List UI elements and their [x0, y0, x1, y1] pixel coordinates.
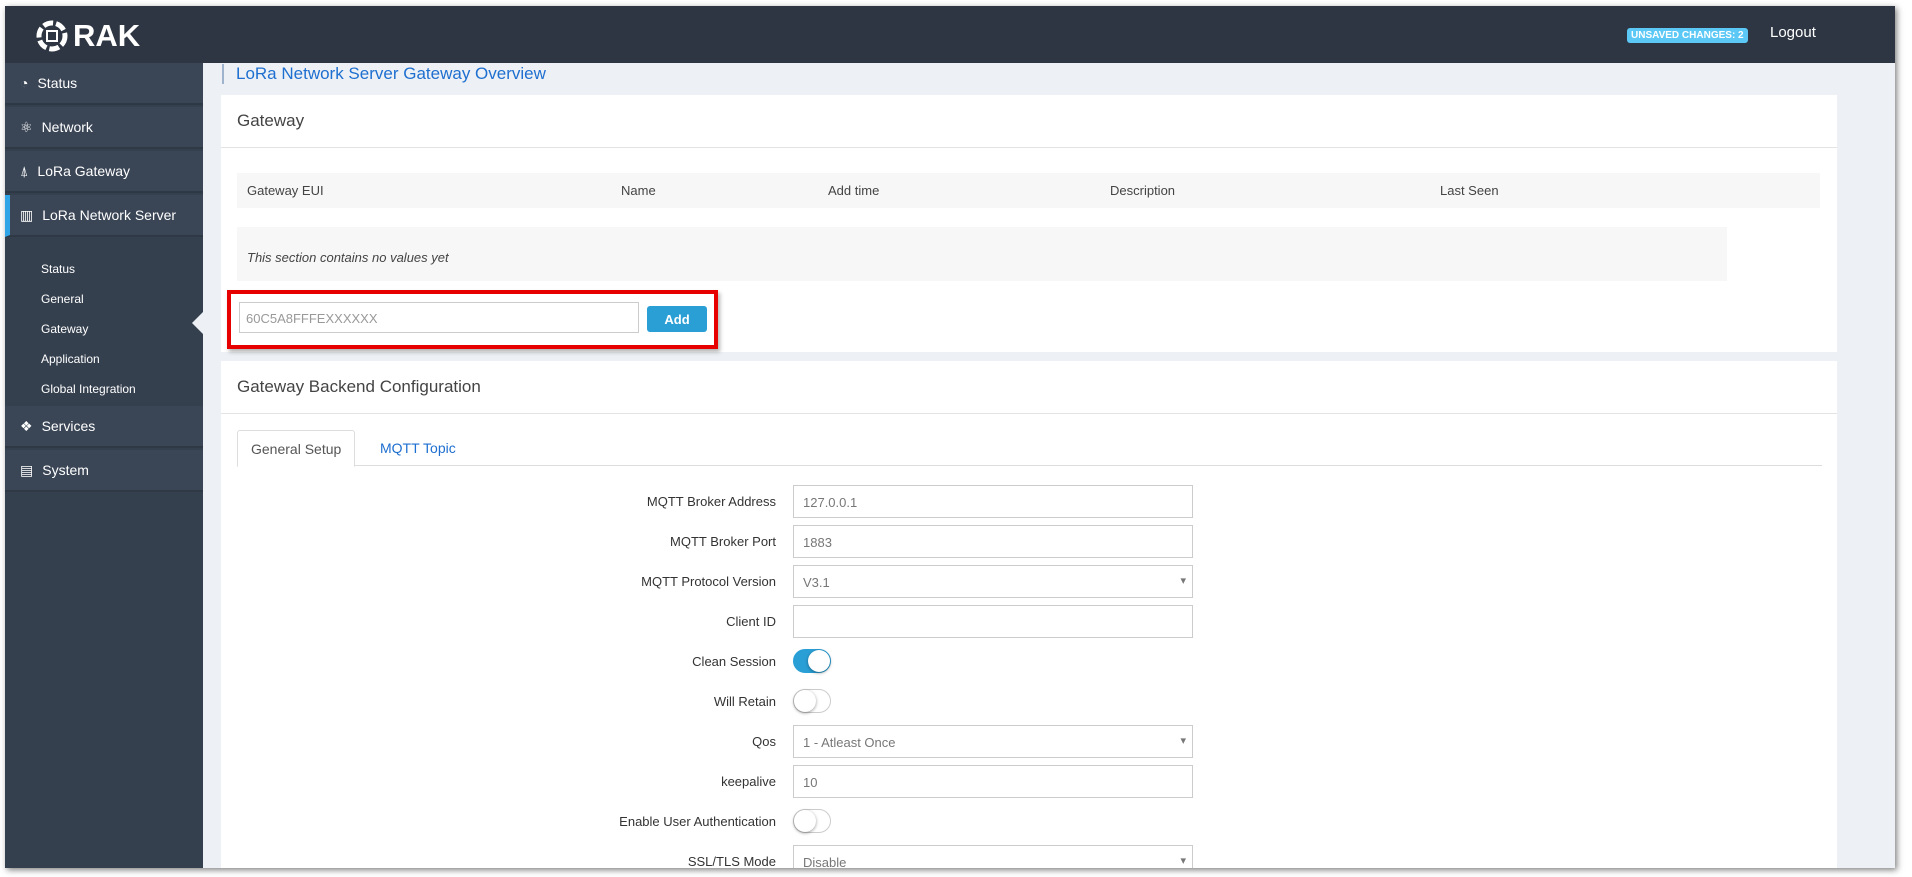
broker-address-input[interactable]: 127.0.0.1 [793, 485, 1193, 518]
sidebar-item-network[interactable]: ⚛ Network [5, 107, 203, 149]
sidebar-item-lora-gateway[interactable]: ⍋ LoRa Gateway [5, 151, 203, 193]
row-protocol-version: MQTT Protocol Version V3.1 [221, 565, 1221, 598]
user-auth-toggle[interactable] [793, 809, 831, 833]
will-retain-toggle[interactable] [793, 689, 831, 713]
app-window: RAK UNSAVED CHANGES: 2 Logout ◔ Status ⚛ N… [5, 6, 1895, 868]
col-description: Description [1110, 183, 1176, 198]
sidebar-item-status[interactable]: ◔ Status [5, 63, 203, 105]
server-icon: ▤ [20, 461, 34, 478]
tab-general-setup[interactable]: General Setup [237, 430, 356, 467]
empty-table-message: This section contains no values yet [237, 227, 1727, 281]
row-broker-port: MQTT Broker Port 1883 [221, 525, 1221, 558]
selected-value: 1 - Atleast Once [803, 735, 896, 750]
sidebar-item-label: LoRa Gateway [37, 163, 131, 179]
sidebar-item-lora-network-server[interactable]: ▥ LoRa Network Server [5, 195, 203, 237]
top-header: RAK UNSAVED CHANGES: 2 Logout [5, 6, 1895, 63]
qos-select[interactable]: 1 - Atleast Once [793, 725, 1193, 758]
sidebar-item-services[interactable]: ❖ Services [5, 406, 203, 448]
backend-config-panel: Gateway Backend Configuration General Se… [221, 361, 1837, 868]
ssl-mode-select[interactable]: Disable [793, 845, 1193, 868]
tab-mqtt-topic[interactable]: MQTT Topic [367, 430, 469, 466]
bar-chart-icon: ▥ [20, 206, 34, 223]
page-title: LoRa Network Server Gateway Overview [222, 64, 546, 84]
logout-link[interactable]: Logout [1770, 24, 1816, 41]
label: Will Retain [713, 694, 776, 709]
subitem-global-integration[interactable]: Global Integration [41, 382, 136, 396]
logo[interactable]: RAK [35, 18, 140, 54]
gateway-table-header: Gateway EUI Name Add time Description La… [237, 173, 1820, 208]
gauge-icon: ◔ [20, 75, 29, 91]
subitem-application[interactable]: Application [41, 352, 100, 366]
clean-session-toggle[interactable] [793, 649, 831, 673]
network-icon: ⚛ [20, 118, 33, 135]
col-gateway-eui: Gateway EUI [247, 183, 324, 198]
subitem-status[interactable]: Status [41, 262, 75, 276]
row-broker-address: MQTT Broker Address 127.0.0.1 [221, 485, 1221, 518]
gateway-panel-title: Gateway [221, 95, 1837, 148]
sidebar-item-label: System [42, 462, 89, 478]
label: SSL/TLS Mode [687, 854, 776, 868]
col-name: Name [621, 183, 656, 198]
unsaved-changes-badge[interactable]: UNSAVED CHANGES: 2 [1627, 28, 1748, 43]
col-add-time: Add time [828, 183, 880, 198]
brand-name: RAK [73, 18, 141, 53]
row-clean-session: Clean Session [221, 645, 1221, 678]
sidebar-item-label: Services [41, 418, 96, 434]
protocol-version-select[interactable]: V3.1 [793, 565, 1193, 598]
sidebar-item-system[interactable]: ▤ System [5, 450, 203, 492]
client-id-input[interactable] [793, 605, 1193, 638]
label: Qos [752, 734, 776, 749]
rak-logo-icon [36, 20, 68, 52]
row-will-retain: Will Retain [221, 685, 1221, 718]
label: Enable User Authentication [619, 814, 776, 829]
row-ssl-mode: SSL/TLS Mode Disable [221, 845, 1221, 868]
gateway-panel: Gateway Gateway EUI Name Add time Descri… [221, 95, 1837, 352]
label: keepalive [721, 774, 776, 789]
selected-value: Disable [803, 855, 847, 868]
sidebar-item-label: Status [37, 75, 78, 91]
broker-port-input[interactable]: 1883 [793, 525, 1193, 558]
backend-panel-title: Gateway Backend Configuration [221, 361, 1837, 414]
config-tabs: General Setup MQTT Topic [237, 430, 1822, 467]
row-client-id: Client ID [221, 605, 1221, 638]
cubes-icon: ❖ [20, 417, 33, 434]
add-gateway-button[interactable]: Add [647, 306, 707, 332]
label: Client ID [726, 614, 776, 629]
sidebar: ◔ Status ⚛ Network ⍋ LoRa Gateway ▥ LoRa Net… [5, 63, 203, 868]
active-caret [192, 312, 203, 334]
subitem-gateway[interactable]: Gateway [41, 322, 88, 336]
row-qos: Qos 1 - Atleast Once [221, 725, 1221, 758]
label: MQTT Protocol Version [641, 574, 776, 589]
selected-value: V3.1 [803, 575, 830, 590]
label: MQTT Broker Address [646, 494, 776, 509]
subitem-general[interactable]: General [41, 292, 84, 306]
antenna-icon: ⍋ [20, 162, 29, 179]
sidebar-item-label: Network [41, 119, 93, 135]
gateway-eui-input[interactable]: 60C5A8FFFEXXXXXX [239, 302, 639, 333]
sidebar-item-label: LoRa Network Server [42, 207, 177, 223]
row-keepalive: keepalive 10 [221, 765, 1221, 798]
col-last-seen: Last Seen [1440, 183, 1499, 198]
keepalive-input[interactable]: 10 [793, 765, 1193, 798]
row-user-auth: Enable User Authentication [221, 805, 1221, 838]
label: MQTT Broker Port [670, 534, 776, 549]
label: Clean Session [692, 654, 776, 669]
